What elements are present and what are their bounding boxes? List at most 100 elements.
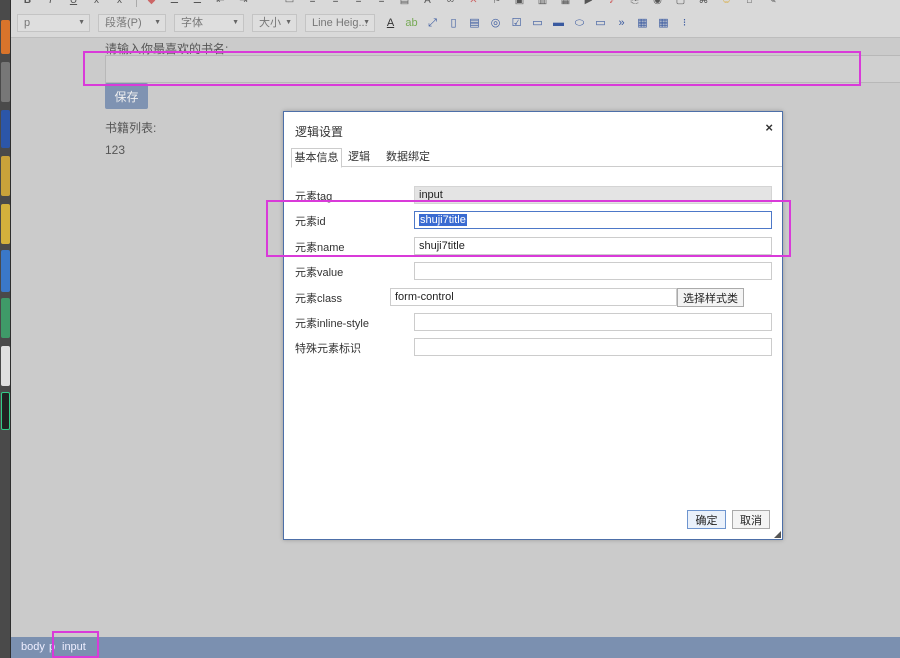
save-button[interactable]: 保存 [105, 83, 148, 109]
grid-icon[interactable]: ▦ [635, 16, 650, 31]
chevron-down-icon: ▼ [78, 19, 85, 26]
choose-style-class-button[interactable]: 选择样式类 [677, 288, 744, 307]
template-icon[interactable]: ⌂ [743, 0, 756, 7]
resize-grip-icon[interactable] [774, 531, 781, 538]
toolbar-row-formatting: B I U x x ◆ ☰ ☰ ⇤ ⇥ ❝ ▭ ≡ ≡ ≡ ≡ ▤ A ∞ ✕ … [21, 0, 789, 8]
textarea-icon[interactable]: ▤ [467, 16, 482, 31]
font-family-value: 字体 [181, 17, 203, 29]
cancel-button[interactable]: 取消 [732, 510, 770, 529]
frame-icon[interactable]: ▢ [674, 0, 687, 7]
more-icon[interactable]: ⁝ [677, 16, 692, 31]
highlight-breadcrumb-input [52, 631, 99, 658]
dock-app-icon[interactable] [1, 110, 10, 148]
logic-settings-dialog: 逻辑设置 × 基本信息 逻辑 数据绑定 元素tag input 元素id shu… [283, 111, 783, 540]
align-right-icon[interactable]: ≡ [352, 0, 365, 7]
map-icon[interactable]: ◉ [651, 0, 664, 7]
special-flag-field[interactable] [414, 338, 772, 356]
indent-icon[interactable]: ⇥ [237, 0, 250, 7]
dialog-title: 逻辑设置 [295, 125, 344, 139]
paragraph-direction-icon[interactable]: ▤ [398, 0, 411, 7]
tab-logic[interactable]: 逻辑 [344, 148, 374, 168]
dock-app-icon[interactable] [1, 156, 10, 196]
horizontal-rule-icon[interactable]: ▭ [283, 0, 296, 7]
chevron-down-icon: ▼ [363, 19, 370, 26]
text-style-icon[interactable]: A [421, 0, 434, 7]
button-icon[interactable]: ▬ [551, 16, 566, 31]
fullscreen-icon[interactable]: ⤢ [425, 16, 440, 31]
book-list-value: 123 [105, 143, 126, 157]
attachment-icon[interactable]: ⎘ [628, 0, 641, 7]
value-label: 元素value [295, 267, 344, 279]
special-flag-label: 特殊元素标识 [295, 343, 361, 355]
justify-icon[interactable]: ≡ [375, 0, 388, 7]
code-icon[interactable]: ⌘ [697, 0, 710, 7]
link-icon[interactable]: ∞ [444, 0, 457, 7]
spellcheck-icon[interactable]: ✎ [766, 0, 779, 7]
dock-app-icon[interactable] [1, 346, 10, 386]
line-height-value: Line Heig... [312, 17, 368, 29]
eraser-icon[interactable]: ◆ [145, 0, 158, 7]
chevron-down-icon: ▼ [232, 19, 239, 26]
dock-app-icon[interactable] [1, 20, 10, 54]
emotion-icon[interactable]: ☺ [720, 0, 733, 7]
chevron-down-icon: ▼ [285, 19, 292, 26]
line-height-select[interactable]: Line Heig... ▼ [305, 14, 375, 32]
value-field[interactable] [414, 262, 772, 280]
textfield-icon[interactable]: ▯ [446, 16, 461, 31]
paragraph-style-select[interactable]: 段落(P) ▼ [98, 14, 166, 32]
paragraph-format-value: p [24, 17, 31, 29]
highlight-title-input [83, 51, 861, 86]
class-field[interactable]: form-control [390, 288, 677, 306]
subscript-icon[interactable]: x [90, 0, 103, 7]
toolbar-row-fonts: p ▼ 段落(P) ▼ 字体 ▼ 大小 ▼ Line Heig... ▼ A ab ⤢ ▯… [17, 13, 698, 33]
music-icon[interactable]: ♪ [605, 0, 618, 7]
desktop-dock [0, 0, 11, 658]
unlink-icon[interactable]: ✕ [467, 0, 480, 7]
element-path-bar: body p input [11, 637, 900, 658]
progress-icon[interactable]: ▭ [593, 16, 608, 31]
picture-icon[interactable]: ▦ [559, 0, 572, 7]
dock-app-icon[interactable] [1, 204, 10, 244]
dock-app-icon[interactable] [1, 62, 10, 102]
ok-button[interactable]: 确定 [687, 510, 726, 529]
dialog-tabs: 基本信息 逻辑 数据绑定 [291, 148, 782, 168]
superscript-icon[interactable]: x [113, 0, 126, 7]
select-icon[interactable]: ▭ [530, 16, 545, 31]
italic-icon[interactable]: I [44, 0, 57, 7]
font-family-select[interactable]: 字体 ▼ [174, 14, 244, 32]
align-center-icon[interactable]: ≡ [329, 0, 342, 7]
video-icon[interactable]: ▶ [582, 0, 595, 7]
inline-style-label: 元素inline-style [295, 318, 369, 330]
dock-app-icon[interactable] [1, 250, 10, 292]
paragraph-format-select[interactable]: p ▼ [17, 14, 90, 32]
underline-icon[interactable]: U [67, 0, 80, 7]
toolbar-divider [136, 0, 137, 7]
dock-app-icon[interactable] [1, 298, 10, 338]
align-left-icon[interactable]: ≡ [306, 0, 319, 7]
chevron-down-icon: ▼ [154, 19, 161, 26]
image-icon[interactable]: ▣ [513, 0, 526, 7]
outdent-icon[interactable]: ⇤ [214, 0, 227, 7]
highlight-icon[interactable]: ab [404, 16, 419, 31]
table-icon[interactable]: ▦ [656, 16, 671, 31]
breadcrumb-body[interactable]: body [21, 641, 45, 653]
editor-toolbar: B I U x x ◆ ☰ ☰ ⇤ ⇥ ❝ ▭ ≡ ≡ ≡ ≡ ▤ A ∞ ✕ … [11, 0, 900, 38]
unordered-list-icon[interactable]: ☰ [191, 0, 204, 7]
font-color-icon[interactable]: A [383, 16, 398, 31]
ordered-list-icon[interactable]: ☰ [168, 0, 181, 7]
tab-data-binding[interactable]: 数据绑定 [379, 148, 437, 168]
dock-app-icon[interactable] [1, 392, 10, 430]
bold-icon[interactable]: B [21, 0, 34, 7]
inline-style-field[interactable] [414, 313, 772, 331]
tab-basic-info[interactable]: 基本信息 [291, 148, 342, 168]
chart-icon[interactable]: ▥ [536, 0, 549, 7]
anchor-icon[interactable]: ⚑ [490, 0, 503, 7]
checkbox-icon[interactable]: ☑ [509, 16, 524, 31]
radio-icon[interactable]: ◎ [488, 16, 503, 31]
macro-icon[interactable]: » [614, 16, 629, 31]
listctrl-icon[interactable]: ⬭ [572, 16, 587, 31]
font-size-select[interactable]: 大小 ▼ [252, 14, 297, 32]
highlight-id-name-fields [266, 200, 791, 257]
close-icon[interactable]: × [765, 120, 773, 135]
quote-icon[interactable]: ❝ [260, 0, 273, 7]
